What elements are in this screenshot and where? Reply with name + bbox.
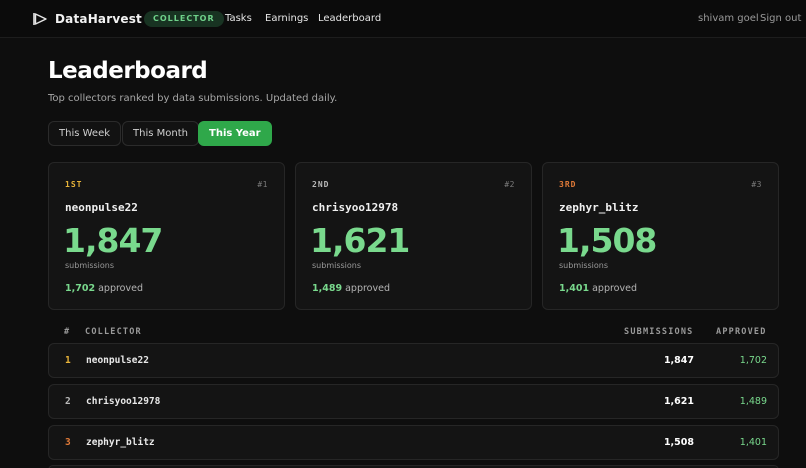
- rank-number: #1: [257, 180, 268, 189]
- table-row[interactable]: 2 chrisyoo12978 1,621 1,489: [48, 384, 779, 419]
- sign-out-link[interactable]: Sign out: [760, 13, 801, 24]
- row-collector: neonpulse22: [86, 355, 149, 366]
- submissions-label: submissions: [312, 261, 362, 270]
- row-submissions: 1,508: [663, 437, 694, 448]
- column-header-approved: APPROVED: [716, 327, 767, 337]
- collector-username: zephyr_blitz: [559, 201, 639, 214]
- page-title: Leaderboard: [48, 58, 208, 84]
- rank-number: #2: [504, 180, 515, 189]
- row-rank: 1: [65, 355, 71, 366]
- nav-link-tasks[interactable]: Tasks: [225, 13, 252, 24]
- row-collector: chrisyoo12978: [86, 396, 161, 407]
- table-row[interactable]: 3 zephyr_blitz 1,508 1,401: [48, 425, 779, 460]
- approved-count: 1,702: [65, 283, 96, 294]
- rank-label: 1ST: [65, 180, 83, 189]
- podium-card-second: 2ND #2 chrisyoo12978 1,621 submissions 1…: [295, 162, 532, 310]
- submissions-count: 1,621: [310, 221, 410, 260]
- tab-this-week[interactable]: This Week: [48, 121, 122, 146]
- column-header-submissions: SUBMISSIONS: [624, 327, 694, 337]
- row-submissions: 1,847: [663, 355, 694, 366]
- rank-label: 2ND: [312, 180, 330, 189]
- tab-this-year[interactable]: This Year: [198, 121, 272, 146]
- user-name: shivam goel: [698, 13, 759, 24]
- table-row[interactable]: 1 neonpulse22 1,847 1,702: [48, 343, 779, 378]
- play-arrow-icon: [32, 11, 48, 27]
- approved-summary: 1,401 approved: [559, 283, 637, 294]
- column-header-collector: COLLECTOR: [85, 327, 142, 337]
- rank-number: #3: [751, 180, 762, 189]
- submissions-label: submissions: [559, 261, 609, 270]
- brand-name: DataHarvest: [55, 12, 142, 26]
- approved-label: approved: [345, 283, 390, 294]
- podium-card-third: 3RD #3 zephyr_blitz 1,508 submissions 1,…: [542, 162, 779, 310]
- submissions-label: submissions: [65, 261, 115, 270]
- row-approved: 1,489: [739, 396, 767, 407]
- row-approved: 1,401: [739, 437, 767, 448]
- approved-label: approved: [98, 283, 143, 294]
- approved-summary: 1,489 approved: [312, 283, 390, 294]
- submissions-count: 1,847: [63, 221, 163, 260]
- nav-link-leaderboard[interactable]: Leaderboard: [318, 13, 381, 24]
- submissions-count: 1,508: [557, 221, 657, 260]
- collector-username: neonpulse22: [65, 201, 138, 214]
- nav-link-earnings[interactable]: Earnings: [265, 13, 308, 24]
- approved-count: 1,401: [559, 283, 590, 294]
- approved-count: 1,489: [312, 283, 343, 294]
- approved-summary: 1,702 approved: [65, 283, 143, 294]
- row-rank: 2: [65, 396, 71, 407]
- collector-username: chrisyoo12978: [312, 201, 399, 214]
- top-navigation-bar: DataHarvest COLLECTOR Tasks Earnings Lea…: [0, 0, 806, 38]
- row-rank: 3: [65, 437, 71, 448]
- row-collector: zephyr_blitz: [86, 437, 155, 448]
- row-approved: 1,702: [739, 355, 767, 366]
- row-submissions: 1,621: [663, 396, 694, 407]
- role-badge: COLLECTOR: [144, 11, 224, 27]
- podium-card-first: 1ST #1 neonpulse22 1,847 submissions 1,7…: [48, 162, 285, 310]
- brand-logo[interactable]: DataHarvest: [32, 11, 142, 27]
- rank-label: 3RD: [559, 180, 577, 189]
- page-subtitle: Top collectors ranked by data submission…: [48, 93, 338, 104]
- column-header-rank: #: [64, 327, 71, 337]
- tab-this-month[interactable]: This Month: [122, 121, 199, 146]
- approved-label: approved: [592, 283, 637, 294]
